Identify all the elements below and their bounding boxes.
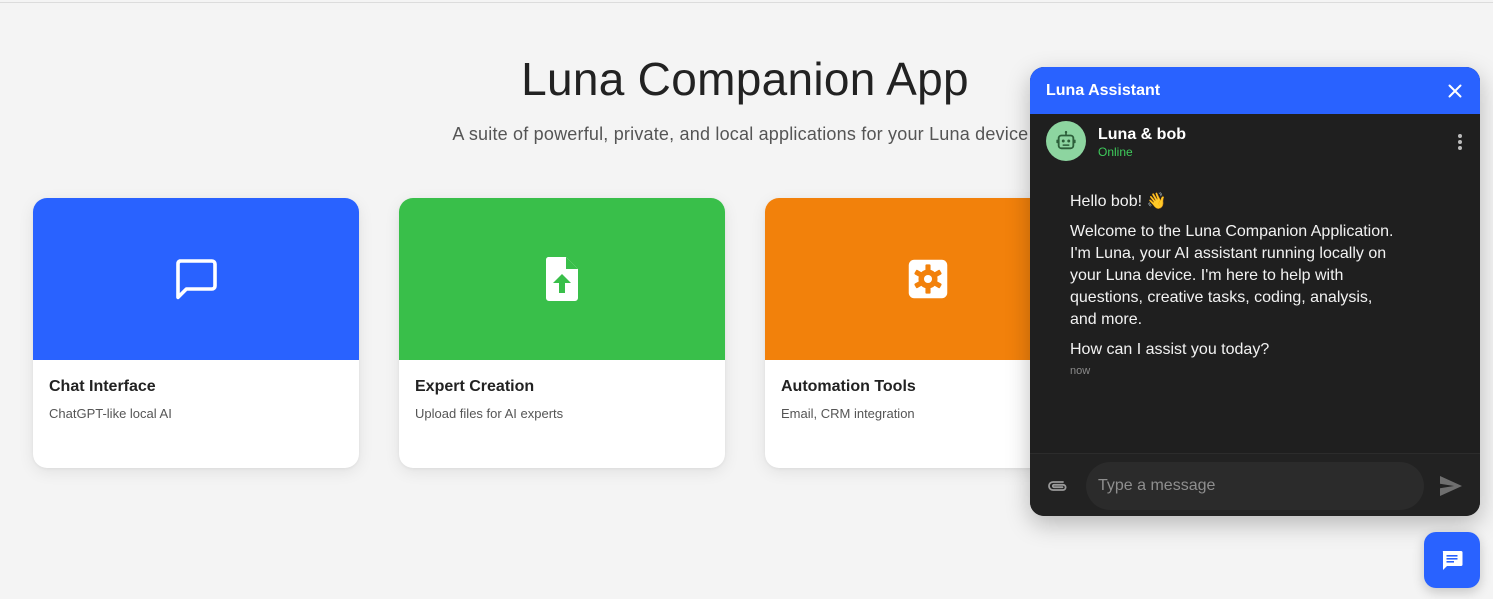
send-button[interactable] [1438, 474, 1464, 498]
message-input[interactable] [1086, 462, 1424, 510]
message-greeting: Hello bob! 👋 [1070, 193, 1167, 210]
message-composer [1030, 453, 1480, 516]
card-banner [399, 198, 725, 360]
card-chat-interface[interactable]: Chat Interface ChatGPT-like local AI [33, 198, 359, 468]
message-timestamp: now [1070, 365, 1091, 377]
close-button[interactable] [1446, 82, 1464, 100]
file-upload-icon [545, 257, 578, 301]
more-vert-icon [1458, 134, 1462, 138]
more-options-button[interactable] [1454, 132, 1466, 152]
chat-icon [1442, 551, 1463, 570]
chat-header-title: Luna Assistant [1046, 81, 1161, 99]
card-expert-creation[interactable]: Expert Creation Upload files for AI expe… [399, 198, 725, 468]
message-welcome: Welcome to the Luna Companion Applicatio… [1070, 223, 1394, 328]
card-description: Upload files for AI experts [415, 406, 564, 421]
card-title: Expert Creation [415, 378, 535, 395]
chat-contact-row: Luna & bob Online [1030, 114, 1480, 174]
contact-name: Luna & bob [1098, 126, 1186, 143]
robot-icon [1056, 130, 1076, 150]
close-icon [1448, 84, 1462, 97]
message-question: How can I assist you today? [1070, 341, 1270, 358]
card-description: Email, CRM integration [781, 406, 915, 421]
chat-bubble-icon [176, 259, 217, 300]
settings-gear-icon [908, 259, 948, 299]
top-divider [0, 2, 1493, 3]
card-title: Chat Interface [49, 378, 156, 395]
contact-status: Online [1098, 145, 1133, 159]
card-description: ChatGPT-like local AI [49, 406, 172, 421]
avatar [1046, 121, 1086, 161]
chat-panel: Luna Assistant Luna & bob Online Hello b… [1030, 67, 1480, 516]
message-list: Hello bob! 👋 Welcome to the Luna Compani… [1070, 191, 1400, 377]
paperclip-icon [1048, 481, 1067, 491]
send-icon [1440, 476, 1462, 496]
chat-header: Luna Assistant [1030, 67, 1480, 114]
card-banner [33, 198, 359, 360]
attach-button[interactable] [1046, 476, 1070, 496]
card-title: Automation Tools [781, 378, 916, 395]
chat-toggle-button[interactable] [1424, 532, 1480, 588]
